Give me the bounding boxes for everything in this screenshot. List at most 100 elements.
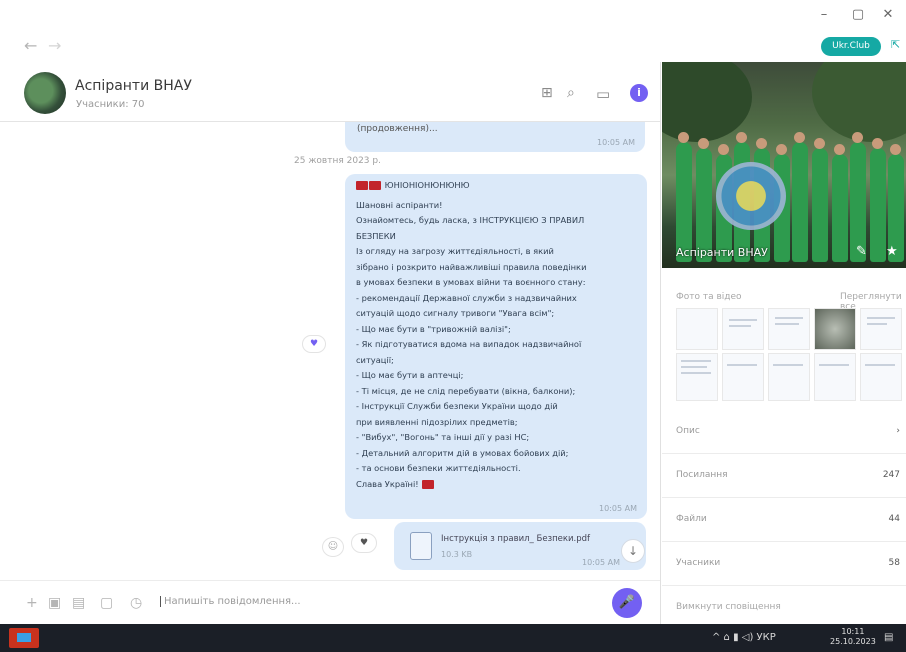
- media-thumb[interactable]: [860, 353, 902, 401]
- info-row-members[interactable]: Учасники 58: [662, 542, 906, 586]
- row-count: 247: [882, 470, 900, 480]
- media-thumb[interactable]: [814, 353, 856, 401]
- person-figure: [792, 142, 808, 262]
- media-thumb[interactable]: [768, 353, 810, 401]
- message-text: ЮНІОНІОНЮНЮНЮ: [384, 180, 470, 190]
- message-text: БЕЗПЕКИ: [356, 230, 396, 241]
- person-figure: [832, 154, 848, 262]
- message-text: - Інструкції Служби безпеки України щодо…: [356, 401, 558, 411]
- emblem-image: [716, 162, 786, 230]
- microphone-button[interactable]: 🎤: [612, 588, 642, 618]
- message-time: 10:05 AM: [599, 504, 637, 513]
- photo-icon[interactable]: ▣: [48, 595, 61, 611]
- message-text: Слава Україні!: [356, 478, 419, 489]
- message-line: - "Вибух", "Вогонь" та інші дії у разі Н…: [356, 432, 529, 443]
- message-text: при виявленні підозрілих предметів;: [356, 416, 518, 427]
- person-head: [698, 138, 709, 149]
- heart-react-button[interactable]: ♥: [351, 533, 377, 553]
- person-head: [794, 132, 805, 143]
- person-figure: [812, 148, 828, 262]
- sticker-icon[interactable]: ▢: [100, 595, 113, 611]
- person-head: [756, 138, 767, 149]
- message-text: - "Вибух", "Вогонь" та інші дії у разі Н…: [356, 432, 530, 442]
- info-row-description[interactable]: Опис ›: [662, 410, 906, 454]
- message-time: 10:05 AM: [597, 138, 635, 147]
- message-text: - Що має бути в аптечці;: [356, 370, 464, 380]
- timer-icon[interactable]: ◷: [130, 595, 142, 611]
- message-line: ситуацій щодо сигналу тривоги "Увага всі…: [356, 308, 554, 319]
- message-line: - Що має бути в аптечці;: [356, 370, 463, 381]
- message-line: ситуації;: [356, 355, 394, 366]
- star-icon[interactable]: ★: [886, 244, 898, 259]
- start-button[interactable]: [9, 628, 39, 648]
- scroll-down-icon[interactable]: ↓: [621, 539, 645, 563]
- notification-icon[interactable]: ▤: [884, 632, 893, 643]
- message-line: Слава Україні!: [356, 479, 435, 490]
- flag-icon: [356, 181, 368, 190]
- chevron-right-icon: ›: [896, 426, 900, 436]
- info-row-files[interactable]: Файли 44: [662, 498, 906, 542]
- search-icon[interactable]: ⌕: [567, 85, 575, 101]
- row-count: 58: [888, 558, 900, 568]
- message-line: БЕЗПЕКИ: [356, 231, 396, 242]
- file-size: 10.3 KB: [441, 550, 473, 559]
- back-icon[interactable]: ←: [24, 36, 37, 55]
- info-icon[interactable]: i: [630, 84, 648, 102]
- person-head: [834, 144, 845, 155]
- file-name[interactable]: Інструкція з правил_ Безпеки.pdf: [441, 534, 590, 544]
- message-text: ситуацій щодо сигналу тривоги "Увага всі…: [356, 308, 555, 318]
- emoji-react-button[interactable]: ☺: [322, 537, 344, 557]
- maximize-button[interactable]: ▢: [846, 4, 870, 26]
- person-figure: [676, 142, 692, 262]
- message-text: Із огляду на загрозу життєдіяльності, в …: [356, 246, 554, 256]
- add-user-icon[interactable]: ⊞: [541, 85, 553, 101]
- clock[interactable]: 10:11 25.10.2023: [830, 627, 876, 647]
- title-bar: [0, 0, 906, 30]
- media-thumb[interactable]: [722, 308, 764, 350]
- plus-icon[interactable]: +: [26, 595, 38, 611]
- media-thumb[interactable]: [676, 308, 718, 350]
- person-figure: [696, 148, 712, 262]
- message-input[interactable]: Напишіть повідомлення...: [160, 596, 301, 607]
- message-text: Ознайомтесь, будь ласка, з ІНСТРУКЦІЄЮ З…: [356, 215, 585, 225]
- chat-title[interactable]: Аспіранти ВНАУ: [75, 78, 192, 94]
- message-line: Шановні аспіранти!: [356, 200, 442, 211]
- share-icon[interactable]: ⇱: [891, 38, 900, 51]
- row-label: Посилання: [676, 470, 728, 480]
- media-thumb[interactable]: [860, 308, 902, 350]
- message-text: Шановні аспіранти!: [356, 199, 443, 210]
- avatar[interactable]: [24, 72, 66, 114]
- media-thumb[interactable]: [814, 308, 856, 350]
- message-bubble[interactable]: (продовження)... 10:05 AM: [345, 122, 645, 152]
- media-thumb[interactable]: [676, 353, 718, 401]
- media-thumb[interactable]: [768, 308, 810, 350]
- forward-icon[interactable]: →: [48, 36, 61, 55]
- person-head: [814, 138, 825, 149]
- group-photo[interactable]: [662, 62, 906, 268]
- group-name: Аспіранти ВНАУ: [676, 246, 768, 259]
- message-text: - рекомендації Державної служби з надзви…: [356, 292, 577, 303]
- mute-notifications[interactable]: Вимкнути сповіщення: [676, 602, 781, 612]
- system-tray[interactable]: ^ ⌂ ▮ ◁) УКР: [712, 632, 776, 643]
- clock-time: 10:11: [841, 627, 865, 636]
- message-bubble-long[interactable]: ЮНІОНІОНЮНЮНЮ 10:05 AM Шановні аспіранти…: [345, 174, 647, 519]
- edit-icon[interactable]: ✎: [856, 244, 867, 259]
- person-head: [718, 144, 729, 155]
- composer: [0, 580, 660, 624]
- message-line: - та основи безпеки життєдіяльності.: [356, 463, 521, 474]
- message-text: - Як підготуватися вдома на випадок надз…: [356, 339, 582, 349]
- minimize-button[interactable]: –: [812, 4, 836, 26]
- close-button[interactable]: ✕: [876, 4, 900, 26]
- message-line: в умовах безпеки в умовах війни та воєнн…: [356, 277, 586, 288]
- message-line: при виявленні підозрілих предметів;: [356, 417, 518, 428]
- video-call-icon[interactable]: ▭: [596, 85, 610, 103]
- info-row-links[interactable]: Посилання 247: [662, 454, 906, 498]
- row-label: Учасники: [676, 558, 721, 568]
- status-badge[interactable]: Ukr.Club: [821, 37, 881, 56]
- chat-subtitle: Учасники: 70: [76, 99, 145, 110]
- media-thumb[interactable]: [722, 353, 764, 401]
- gif-icon[interactable]: ▤: [72, 595, 85, 611]
- row-count: 44: [888, 514, 900, 524]
- reaction-button[interactable]: ♥: [302, 335, 326, 353]
- message-line: - Як підготуватися вдома на випадок надз…: [356, 339, 581, 350]
